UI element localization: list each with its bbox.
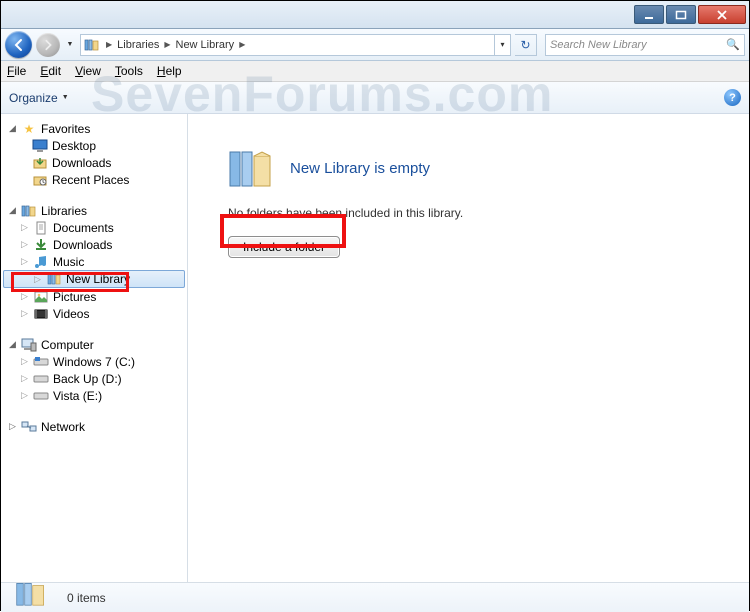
desktop-icon (31, 138, 49, 154)
expand-icon[interactable]: ▷ (19, 222, 30, 233)
star-icon: ★ (20, 121, 38, 137)
favorites-label: Favorites (41, 122, 90, 136)
sidebar-item-downloads[interactable]: Downloads (1, 154, 187, 171)
library-icon (11, 579, 53, 611)
sidebar-item-videos[interactable]: ▷ Videos (1, 305, 187, 322)
sidebar-item-new-library[interactable]: ▷ New Library (3, 270, 185, 288)
expand-icon[interactable]: ▷ (19, 239, 30, 250)
expand-icon[interactable]: ▷ (19, 308, 30, 319)
library-icon (83, 37, 101, 53)
menu-view[interactable]: View (75, 64, 101, 78)
search-input[interactable]: Search New Library 🔍 (545, 34, 745, 56)
expand-icon[interactable]: ▷ (19, 291, 30, 302)
refresh-button[interactable]: ↻ (515, 34, 537, 56)
downloads-icon (32, 237, 50, 253)
crumb-new-library[interactable]: New Library (174, 35, 237, 55)
library-large-icon (228, 146, 274, 190)
libraries-header[interactable]: ◢ Libraries (1, 202, 187, 219)
close-button[interactable] (698, 5, 746, 24)
back-button[interactable] (5, 31, 32, 58)
chevron-down-icon: ▼ (62, 94, 69, 101)
navigation-pane: ◢ ★ Favorites Desktop Downloads Recent P… (1, 114, 188, 582)
menu-help[interactable]: Help (157, 64, 182, 78)
menu-bar: File Edit View Tools Help (1, 61, 749, 82)
recent-places-icon (31, 172, 49, 188)
menu-file[interactable]: File (7, 64, 26, 78)
drive-icon (32, 388, 50, 404)
documents-icon (32, 220, 50, 236)
command-bar: Organize ▼ ? (1, 82, 749, 114)
help-button[interactable]: ? (724, 89, 741, 106)
address-dropdown[interactable]: ▾ (494, 35, 510, 55)
computer-group: ◢ Computer ▷ Windows 7 (C:) ▷ Back Up (D… (1, 336, 187, 404)
network-header[interactable]: ▷ Network (1, 418, 187, 435)
chevron-right-icon[interactable]: ▶ (103, 40, 115, 49)
collapse-icon[interactable]: ◢ (7, 339, 18, 350)
menu-tools[interactable]: Tools (115, 64, 143, 78)
libraries-icon (20, 203, 38, 219)
content-pane: New Library is empty No folders have bee… (188, 114, 749, 582)
search-icon[interactable]: 🔍 (726, 38, 740, 51)
pictures-icon (32, 289, 50, 305)
collapse-icon[interactable]: ◢ (7, 205, 18, 216)
libraries-group: ◢ Libraries ▷ Documents ▷ Downloads ▷ Mu… (1, 202, 187, 322)
forward-button[interactable] (36, 33, 60, 57)
favorites-header[interactable]: ◢ ★ Favorites (1, 120, 187, 137)
sidebar-item-drive-d[interactable]: ▷ Back Up (D:) (1, 370, 187, 387)
downloads-icon (31, 155, 49, 171)
library-icon (45, 271, 63, 287)
libraries-label: Libraries (41, 204, 87, 218)
computer-icon (20, 337, 38, 353)
sidebar-item-downloads-lib[interactable]: ▷ Downloads (1, 236, 187, 253)
expand-icon[interactable]: ▷ (19, 390, 30, 401)
sidebar-item-drive-e[interactable]: ▷ Vista (E:) (1, 387, 187, 404)
favorites-group: ◢ ★ Favorites Desktop Downloads Recent P… (1, 120, 187, 188)
empty-message: No folders have been included in this li… (228, 206, 729, 220)
page-title: New Library is empty (290, 160, 430, 177)
videos-icon (32, 306, 50, 322)
status-item-count: 0 items (67, 591, 106, 605)
chevron-right-icon[interactable]: ▶ (161, 40, 173, 49)
network-label: Network (41, 420, 85, 434)
expand-icon[interactable]: ▷ (19, 373, 30, 384)
network-icon (20, 419, 38, 435)
details-pane: 0 items (1, 582, 749, 612)
music-icon (32, 254, 50, 270)
network-group: ▷ Network (1, 418, 187, 435)
sidebar-item-drive-c[interactable]: ▷ Windows 7 (C:) (1, 353, 187, 370)
sidebar-item-desktop[interactable]: Desktop (1, 137, 187, 154)
title-bar (1, 1, 749, 29)
computer-header[interactable]: ◢ Computer (1, 336, 187, 353)
organize-label: Organize (9, 91, 58, 105)
drive-icon (32, 371, 50, 387)
sidebar-item-pictures[interactable]: ▷ Pictures (1, 288, 187, 305)
include-folder-button[interactable]: Include a folder (228, 236, 340, 258)
breadcrumb[interactable]: ▶ Libraries ▶ New Library ▶ ▾ (80, 34, 511, 56)
search-placeholder: Search New Library (550, 39, 647, 51)
minimize-button[interactable] (634, 5, 664, 24)
maximize-button[interactable] (666, 5, 696, 24)
sidebar-item-documents[interactable]: ▷ Documents (1, 219, 187, 236)
drive-icon (32, 354, 50, 370)
collapse-icon[interactable]: ◢ (7, 123, 18, 134)
nav-history-dropdown[interactable]: ▼ (64, 35, 76, 55)
organize-button[interactable]: Organize ▼ (9, 91, 69, 105)
menu-edit[interactable]: Edit (40, 64, 61, 78)
expand-icon[interactable]: ▷ (19, 256, 30, 267)
chevron-right-icon[interactable]: ▶ (236, 40, 248, 49)
computer-label: Computer (41, 338, 94, 352)
expand-icon[interactable]: ▷ (19, 356, 30, 367)
crumb-libraries[interactable]: Libraries (115, 35, 161, 55)
expand-icon[interactable]: ▷ (7, 421, 18, 432)
sidebar-item-recent-places[interactable]: Recent Places (1, 171, 187, 188)
address-bar: ▼ ▶ Libraries ▶ New Library ▶ ▾ ↻ Search… (1, 29, 749, 61)
sidebar-item-music[interactable]: ▷ Music (1, 253, 187, 270)
expand-icon[interactable]: ▷ (32, 274, 43, 285)
